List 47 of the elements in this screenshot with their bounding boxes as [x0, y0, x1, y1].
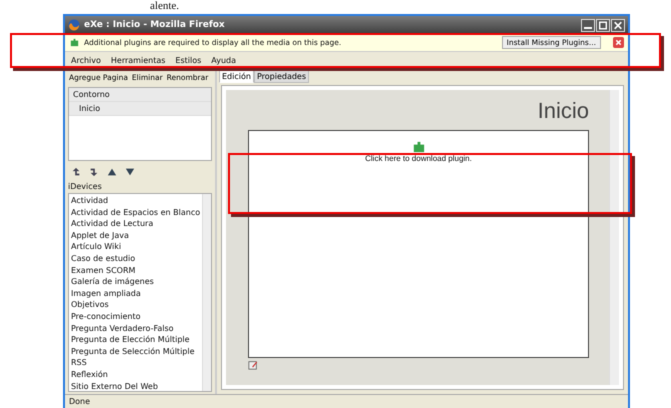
list-item[interactable]: Actividad de Espacios en Blanco — [71, 206, 200, 218]
scrollbar[interactable] — [202, 194, 211, 391]
menu-item[interactable]: Estilos — [175, 56, 202, 64]
menu-item[interactable]: Archivo — [71, 56, 101, 64]
list-item[interactable]: Pregunta de Selección Múltiple — [71, 346, 200, 358]
list-item[interactable]: Actividad — [71, 195, 200, 207]
puzzle-icon — [69, 37, 80, 48]
list-item[interactable]: Pre-conocimiento — [71, 310, 200, 323]
maximize-button[interactable] — [596, 18, 610, 32]
document-text: alente. — [150, 0, 180, 13]
minimize-button[interactable] — [581, 18, 595, 32]
scrollbar[interactable] — [609, 90, 619, 385]
edit-icon[interactable] — [248, 360, 258, 370]
list-item[interactable]: Caso de estudio — [71, 252, 200, 265]
status-text: Done — [65, 394, 628, 408]
window-title: eXe : Inicio - Mozilla Firefox — [84, 20, 226, 30]
list-item[interactable]: Sitio Externo Del Web — [71, 380, 200, 392]
globe-icon — [68, 19, 80, 31]
minimize-icon — [584, 26, 592, 28]
close-button[interactable] — [613, 37, 624, 48]
list-item[interactable]: Imagen ampliada — [71, 288, 200, 300]
list-item[interactable]: Pregunta de Elección Múltiple — [71, 334, 200, 346]
page-title: Inicio — [538, 98, 589, 124]
list-item[interactable]: Reflexión — [71, 368, 200, 380]
plugin-link[interactable]: Click here to download plugin. — [365, 154, 472, 163]
list-item[interactable]: RSS — [71, 357, 200, 369]
close-button[interactable] — [611, 18, 625, 32]
maximize-icon — [597, 20, 609, 30]
menu-item[interactable]: Herramientas — [110, 56, 166, 64]
list-item[interactable]: Examen SCORM — [71, 264, 200, 276]
up-triangle-icon[interactable] — [107, 167, 117, 177]
idevices-label: iDevices — [67, 181, 103, 192]
down-triangle-icon[interactable] — [125, 167, 135, 177]
tree-item[interactable]: Contorno — [69, 88, 211, 102]
menu-item[interactable]: Ayuda — [211, 56, 236, 64]
list-item[interactable]: Applet de Java — [71, 230, 200, 242]
list-item[interactable]: Actividad de Lectura — [71, 218, 200, 230]
demote-arrow-icon[interactable] — [89, 167, 99, 177]
tree-item[interactable]: Inicio — [69, 102, 211, 116]
puzzle-icon[interactable] — [411, 139, 426, 154]
list-item[interactable]: Galería de imágenes — [71, 276, 200, 288]
promote-arrow-icon[interactable] — [71, 167, 81, 177]
list-item[interactable]: Objetivos — [71, 299, 200, 311]
close-icon — [612, 20, 624, 30]
list-item[interactable]: Pregunta Verdadero-Falso — [71, 322, 200, 334]
list-item[interactable]: Artículo Wiki — [71, 241, 200, 253]
close-icon — [613, 37, 624, 48]
